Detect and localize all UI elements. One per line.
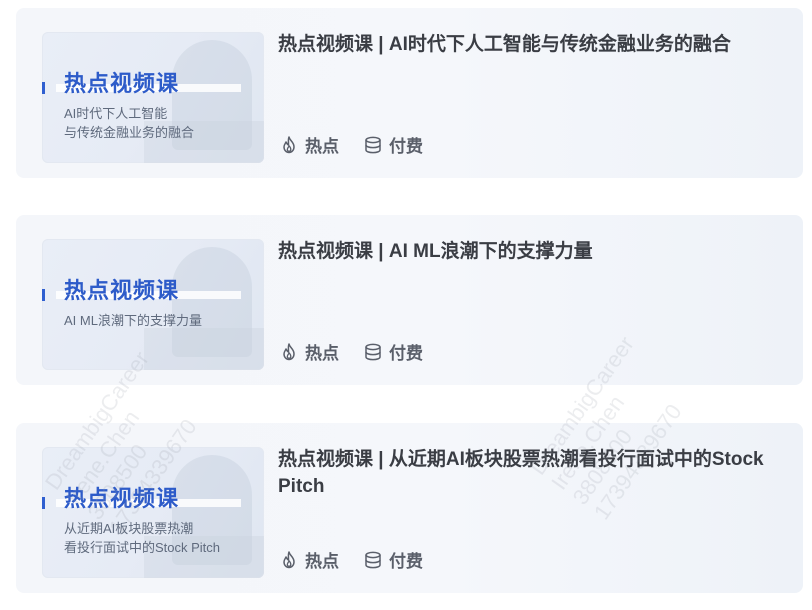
thumbnail-accent-bar — [42, 289, 45, 301]
tag-hot: 热点 — [279, 132, 339, 157]
course-title[interactable]: 热点视频课 | AI时代下人工智能与传统金融业务的融合 — [278, 31, 783, 58]
tag-label: 付费 — [389, 137, 423, 156]
thumbnail-accent-bar — [42, 82, 45, 94]
tag-label: 热点 — [305, 137, 339, 156]
tag-label: 热点 — [305, 344, 339, 363]
thumbnail-subtitle: AI ML浪潮下的支撑力量 — [64, 313, 202, 328]
thumbnail-title: 热点视频课 — [64, 486, 180, 511]
course-thumbnail[interactable]: 热点视频课 AI ML浪潮下的支撑力量 — [42, 239, 264, 370]
flame-icon — [283, 342, 295, 360]
tag-label: 付费 — [389, 344, 423, 363]
tag-paid: 付费 — [363, 132, 423, 157]
course-card[interactable]: 热点视频课 AI ML浪潮下的支撑力量 热点视频课 | AI ML浪潮下的支撑力… — [16, 215, 803, 385]
tag-label: 付费 — [389, 552, 423, 571]
tag-paid: 付费 — [363, 547, 423, 572]
flame-icon — [283, 135, 295, 153]
course-thumbnail[interactable]: 热点视频课 AI时代下人工智能 与传统金融业务的融合 — [42, 32, 264, 163]
tag-hot: 热点 — [279, 547, 339, 572]
coins-icon — [365, 343, 381, 360]
thumbnail-accent-bar — [42, 497, 45, 509]
thumbnail-subtitle: 从近期AI板块股票热潮 看投行面试中的Stock Pitch — [64, 521, 221, 555]
course-title[interactable]: 热点视频课 | 从近期AI板块股票热潮看投行面试中的Stock Pitch — [278, 446, 783, 500]
tag-label: 热点 — [305, 552, 339, 571]
flame-icon — [283, 550, 295, 568]
coins-icon — [365, 551, 381, 568]
thumbnail-title: 热点视频课 — [64, 278, 180, 303]
course-card[interactable]: 热点视频课 从近期AI板块股票热潮 看投行面试中的Stock Pitch 热点视… — [16, 423, 803, 593]
course-card[interactable]: 热点视频课 AI时代下人工智能 与传统金融业务的融合 热点视频课 | AI时代下… — [16, 8, 803, 178]
tag-paid: 付费 — [363, 339, 423, 364]
course-thumbnail[interactable]: 热点视频课 从近期AI板块股票热潮 看投行面试中的Stock Pitch — [42, 447, 264, 578]
course-tags: 热点 付费 — [279, 547, 447, 572]
course-title[interactable]: 热点视频课 | AI ML浪潮下的支撑力量 — [278, 238, 783, 265]
coins-icon — [365, 136, 381, 153]
tag-hot: 热点 — [279, 339, 339, 364]
course-tags: 热点 付费 — [279, 339, 447, 364]
course-list: 热点视频课 AI时代下人工智能 与传统金融业务的融合 热点视频课 | AI时代下… — [0, 0, 812, 610]
thumbnail-subtitle: AI时代下人工智能 与传统金融业务的融合 — [64, 106, 195, 140]
thumbnail-decoration — [144, 328, 264, 370]
course-tags: 热点 付费 — [279, 132, 447, 157]
thumbnail-title: 热点视频课 — [64, 71, 180, 96]
